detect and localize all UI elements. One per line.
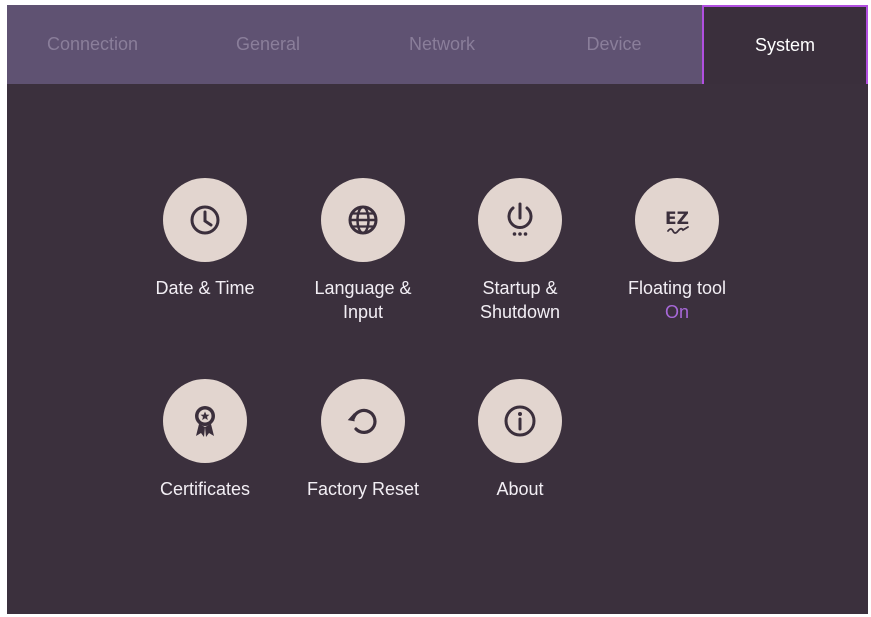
- date-time-button[interactable]: [163, 178, 247, 262]
- startup-shutdown-label: Startup & Shutdown: [479, 278, 561, 322]
- factory-reset-item[interactable]: Factory Reset: [288, 379, 438, 501]
- language-input-item[interactable]: Language & Input: [288, 178, 438, 324]
- about-button[interactable]: [478, 379, 562, 463]
- factory-reset-button[interactable]: [321, 379, 405, 463]
- floating-tool-status: On: [664, 302, 689, 322]
- floating-tool-item[interactable]: EZ Floating tool On: [602, 178, 752, 324]
- about-item[interactable]: About: [445, 379, 595, 501]
- tab-connection[interactable]: Connection: [7, 5, 178, 84]
- reset-icon: [347, 408, 377, 434]
- date-time-item[interactable]: Date & Time: [130, 178, 280, 300]
- language-input-button[interactable]: [321, 178, 405, 262]
- certificates-label: Certificates: [159, 479, 251, 499]
- startup-shutdown-item[interactable]: Startup & Shutdown: [445, 178, 595, 324]
- power-icon: [507, 202, 533, 236]
- globe-icon: [348, 205, 378, 235]
- tab-general[interactable]: General: [178, 5, 358, 84]
- floating-tool-button[interactable]: EZ: [635, 178, 719, 262]
- about-label: About: [496, 479, 544, 499]
- certificates-button[interactable]: [163, 379, 247, 463]
- tab-network[interactable]: Network: [358, 5, 526, 84]
- clock-icon: [190, 205, 220, 235]
- award-ribbon-icon: [195, 406, 215, 437]
- info-icon: [504, 405, 536, 437]
- factory-reset-label: Factory Reset: [306, 479, 420, 499]
- language-input-label: Language & Input: [314, 278, 412, 322]
- startup-shutdown-button[interactable]: [478, 178, 562, 262]
- certificates-item[interactable]: Certificates: [130, 379, 280, 501]
- floating-tool-label: Floating tool: [627, 278, 727, 298]
- settings-screen: Connection General Network Device System…: [7, 5, 868, 614]
- tab-bar: Connection General Network Device System: [7, 5, 868, 84]
- tab-device[interactable]: Device: [526, 5, 702, 84]
- tab-system[interactable]: System: [702, 5, 868, 84]
- ez-write-icon: EZ: [665, 209, 689, 234]
- svg-text:EZ: EZ: [665, 209, 689, 229]
- date-time-label: Date & Time: [155, 278, 255, 298]
